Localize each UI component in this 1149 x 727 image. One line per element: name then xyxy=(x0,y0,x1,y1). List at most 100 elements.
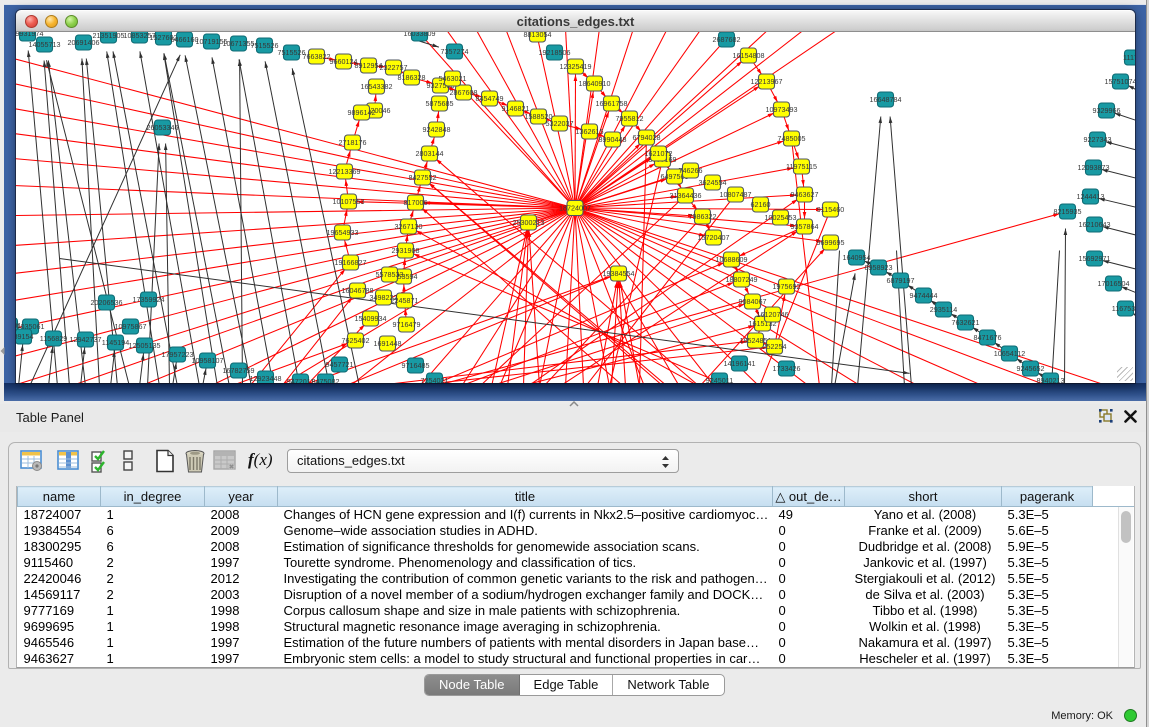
svg-text:12942737: 12942737 xyxy=(70,335,102,344)
svg-text:2931908: 2931908 xyxy=(392,246,420,255)
svg-text:25300213: 25300213 xyxy=(513,218,545,227)
svg-text:18724007: 18724007 xyxy=(559,203,591,212)
svg-text:8186328: 8186328 xyxy=(398,73,426,82)
svg-text:16120746: 16120746 xyxy=(757,310,789,319)
svg-text:10654112: 10654112 xyxy=(994,349,1025,358)
svg-text:1156829: 1156829 xyxy=(40,334,67,343)
svg-text:26053346: 26053346 xyxy=(147,123,179,132)
svg-text:10688609: 10688609 xyxy=(716,255,748,264)
svg-text:8454749: 8454749 xyxy=(476,94,504,103)
svg-text:10025453: 10025453 xyxy=(765,213,797,222)
svg-text:7254021: 7254021 xyxy=(421,376,449,383)
svg-text:62160: 62160 xyxy=(751,200,771,209)
svg-text:8475082: 8475082 xyxy=(312,377,340,383)
svg-text:2935114: 2935114 xyxy=(930,305,957,314)
svg-text:9245011: 9245011 xyxy=(706,376,733,383)
svg-text:15692971: 15692971 xyxy=(1079,254,1111,263)
svg-text:2867608: 2867608 xyxy=(450,88,478,97)
svg-text:17016504: 17016504 xyxy=(1098,279,1130,288)
svg-text:16154808: 16154808 xyxy=(733,51,765,60)
svg-text:8958923: 8958923 xyxy=(865,263,893,272)
svg-text:1167533: 1167533 xyxy=(1112,304,1135,313)
svg-text:9716479: 9716479 xyxy=(393,320,421,329)
svg-text:19218506: 19218506 xyxy=(539,48,571,57)
svg-text:3267130: 3267130 xyxy=(395,222,423,231)
svg-text:7515526: 7515526 xyxy=(251,41,279,50)
svg-text:8427552: 8427552 xyxy=(409,173,437,182)
svg-text:1621072: 1621072 xyxy=(645,149,673,158)
svg-text:14196141: 14196141 xyxy=(724,359,756,368)
svg-text:16961758: 16961758 xyxy=(596,99,628,108)
svg-text:8215935: 8215935 xyxy=(1054,207,1082,216)
svg-text:10958107: 10958107 xyxy=(192,356,224,365)
svg-text:18807249: 18807249 xyxy=(726,275,758,284)
svg-text:2322757: 2322757 xyxy=(380,63,408,72)
svg-text:817006: 817006 xyxy=(404,198,428,207)
svg-text:12325419: 12325419 xyxy=(560,62,592,71)
svg-text:15720407: 15720407 xyxy=(698,233,730,242)
svg-text:11975115: 11975115 xyxy=(786,162,817,171)
svg-text:12093873: 12093873 xyxy=(1078,163,1110,172)
svg-text:9357864: 9357864 xyxy=(791,222,819,231)
svg-text:1244413: 1244413 xyxy=(1077,192,1105,201)
svg-text:19384554: 19384554 xyxy=(603,269,635,278)
svg-text:6794028: 6794028 xyxy=(633,133,661,142)
svg-text:1640954: 1640954 xyxy=(843,253,871,262)
svg-text:6879197: 6879197 xyxy=(887,276,915,285)
svg-text:1691448: 1691448 xyxy=(374,339,402,348)
svg-text:12213369: 12213369 xyxy=(329,167,361,176)
svg-text:19166827: 19166827 xyxy=(335,258,367,267)
svg-text:9084067: 9084067 xyxy=(739,297,767,306)
svg-text:3624554: 3624554 xyxy=(699,178,727,187)
svg-text:9227343: 9227343 xyxy=(1084,135,1112,144)
svg-text:2718176: 2718176 xyxy=(339,138,367,147)
svg-text:9699695: 9699695 xyxy=(817,238,845,247)
svg-text:9472011: 9472011 xyxy=(287,377,314,383)
svg-text:39154: 39154 xyxy=(16,332,34,341)
svg-text:6466160: 6466160 xyxy=(171,35,199,44)
svg-text:10107553: 10107553 xyxy=(333,197,365,206)
svg-text:8940213: 8940213 xyxy=(1037,376,1065,383)
svg-text:5875685: 5875685 xyxy=(426,99,454,108)
svg-text:7515526: 7515526 xyxy=(278,48,306,57)
svg-text:7625402: 7625402 xyxy=(342,336,370,345)
svg-text:10973493: 10973493 xyxy=(766,105,798,114)
svg-text:21364436: 21364436 xyxy=(670,191,702,200)
svg-text:16033809: 16033809 xyxy=(404,32,436,38)
svg-text:16543382: 16543382 xyxy=(361,82,393,91)
svg-text:5578533: 5578533 xyxy=(376,270,404,279)
svg-text:5463021: 5463021 xyxy=(439,74,467,83)
svg-text:9115460: 9115460 xyxy=(817,205,844,214)
svg-text:12505135: 12505135 xyxy=(129,341,161,350)
svg-text:2803144: 2803144 xyxy=(416,149,444,158)
svg-text:1145194: 1145194 xyxy=(102,338,129,347)
svg-text:252254: 252254 xyxy=(763,342,787,351)
svg-text:746266: 746266 xyxy=(679,166,703,175)
svg-text:10975867: 10975867 xyxy=(115,322,147,331)
svg-text:8813054: 8813054 xyxy=(524,32,552,39)
svg-text:3498222: 3498222 xyxy=(370,293,398,302)
svg-text:7986322: 7986322 xyxy=(689,212,717,221)
svg-text:12923448: 12923448 xyxy=(250,374,282,383)
svg-text:9474444: 9474444 xyxy=(910,291,938,300)
svg-text:16210643: 16210643 xyxy=(1079,220,1111,229)
svg-text:16648784: 16648784 xyxy=(870,95,902,104)
svg-text:9716485: 9716485 xyxy=(402,361,430,370)
svg-text:12213967: 12213967 xyxy=(751,77,783,86)
svg-text:5322037: 5322037 xyxy=(546,119,574,128)
svg-text:14055713: 14055713 xyxy=(29,40,61,49)
svg-text:20206536: 20206536 xyxy=(91,298,123,307)
svg-text:15409934: 15409934 xyxy=(355,314,387,323)
svg-text:7632621: 7632621 xyxy=(952,318,980,327)
svg-text:17957223: 17957223 xyxy=(162,350,194,359)
svg-text:9457721: 9457721 xyxy=(326,360,354,369)
svg-text:7357274: 7357274 xyxy=(441,47,469,56)
svg-text:10807487: 10807487 xyxy=(720,190,752,199)
svg-text:7955812: 7955812 xyxy=(616,114,644,123)
svg-text:17359924: 17359924 xyxy=(133,295,165,304)
svg-text:15751074: 15751074 xyxy=(1105,77,1135,86)
svg-text:8990448: 8990448 xyxy=(599,135,627,144)
svg-text:9242848: 9242848 xyxy=(423,125,451,134)
svg-text:8471676: 8471676 xyxy=(974,333,1002,342)
svg-text:19654933: 19654933 xyxy=(327,228,359,237)
